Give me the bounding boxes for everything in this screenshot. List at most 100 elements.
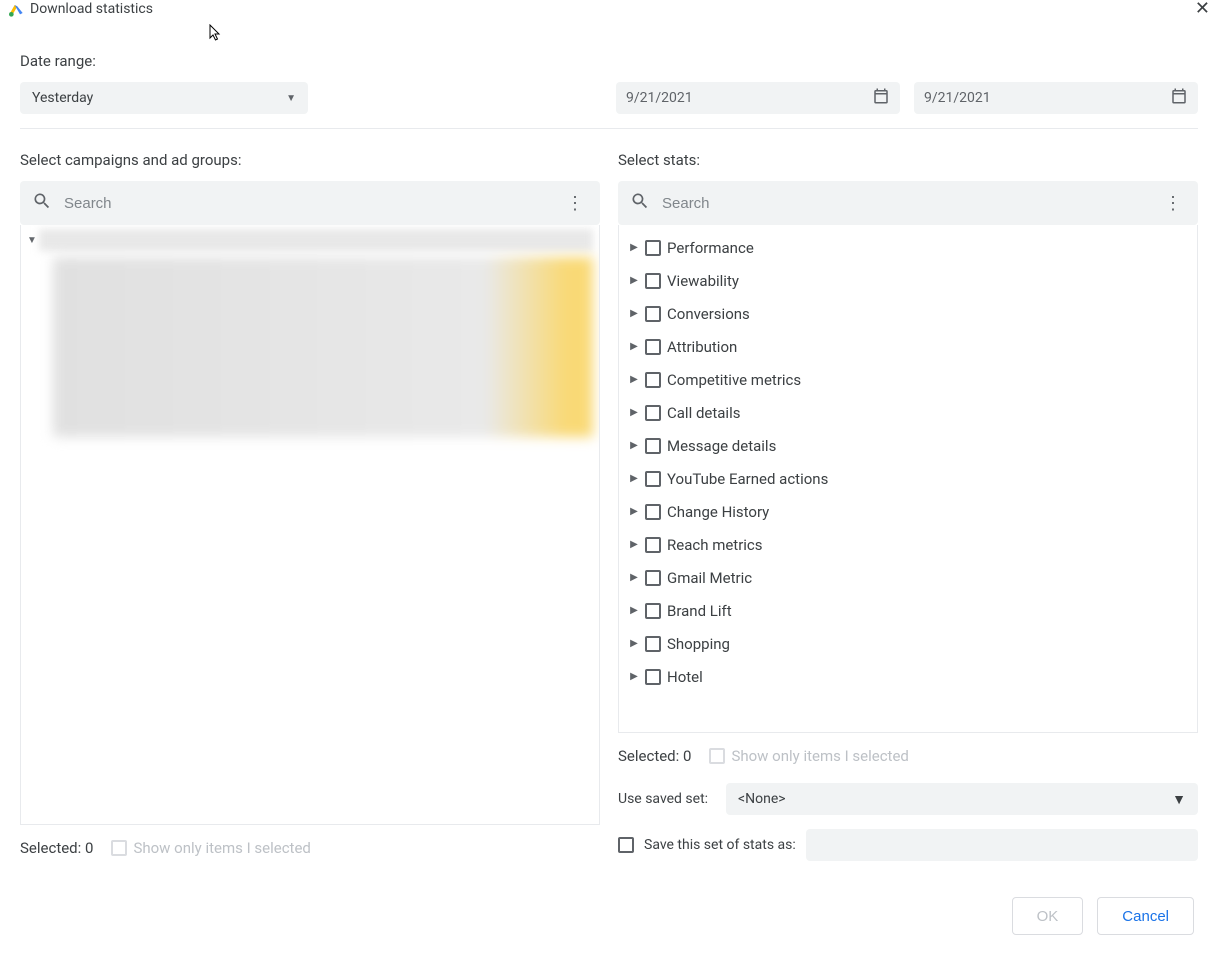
expand-icon[interactable]: ▶: [629, 308, 639, 319]
search-icon: [630, 191, 650, 215]
stat-row[interactable]: ▶ Viewability: [623, 264, 1193, 297]
stat-label: Competitive metrics: [667, 371, 801, 389]
expand-icon[interactable]: ▶: [629, 374, 639, 385]
expand-icon[interactable]: ▶: [629, 671, 639, 682]
stat-row[interactable]: ▶ Change History: [623, 495, 1193, 528]
stat-checkbox[interactable]: [645, 669, 661, 685]
collapse-icon[interactable]: ▼: [27, 235, 39, 246]
stat-label: Viewability: [667, 272, 739, 290]
chevron-down-icon: ▼: [1172, 791, 1186, 808]
campaigns-kebab-icon[interactable]: ⋮: [562, 193, 588, 214]
stat-checkbox[interactable]: [645, 405, 661, 421]
save-set-name-input[interactable]: [806, 829, 1198, 861]
stat-checkbox[interactable]: [645, 636, 661, 652]
stat-label: Attribution: [667, 338, 737, 356]
stat-checkbox[interactable]: [645, 438, 661, 454]
date-range-preset-value: Yesterday: [32, 90, 93, 106]
chevron-down-icon: ▼: [286, 93, 296, 104]
dialog-buttons: OK Cancel: [20, 897, 1198, 935]
stat-row[interactable]: ▶Hotel: [623, 660, 1193, 693]
checkbox-icon: [111, 840, 127, 856]
stat-row[interactable]: ▶ Message details: [623, 429, 1193, 462]
stat-checkbox[interactable]: [645, 240, 661, 256]
expand-icon[interactable]: ▶: [629, 407, 639, 418]
stat-checkbox[interactable]: [645, 504, 661, 520]
stat-row[interactable]: ▶YouTube Earned actions: [623, 462, 1193, 495]
stats-kebab-icon[interactable]: ⋮: [1160, 193, 1186, 214]
stat-checkbox[interactable]: [645, 570, 661, 586]
stat-row[interactable]: ▶ Gmail Metric: [623, 561, 1193, 594]
window-title: Download statistics: [30, 1, 153, 17]
stat-row[interactable]: ▶ Brand Lift: [623, 594, 1193, 627]
expand-icon[interactable]: ▶: [629, 341, 639, 352]
google-ads-logo-icon: [8, 1, 24, 17]
cancel-button[interactable]: Cancel: [1097, 897, 1194, 935]
expand-icon[interactable]: ▶: [629, 605, 639, 616]
use-saved-set-label: Use saved set:: [618, 791, 708, 807]
stat-checkbox[interactable]: [645, 339, 661, 355]
stats-search-bar: ⋮: [618, 181, 1198, 225]
campaigns-search-input[interactable]: [64, 195, 562, 212]
stat-checkbox[interactable]: [645, 537, 661, 553]
stat-label: Brand Lift: [667, 602, 732, 620]
date-from-input[interactable]: 9/21/2021: [616, 82, 900, 114]
divider: [20, 128, 1198, 129]
calendar-icon: [1170, 87, 1188, 109]
stat-checkbox[interactable]: [645, 372, 661, 388]
stat-label: Message details: [667, 437, 776, 455]
stat-checkbox[interactable]: [645, 471, 661, 487]
campaign-item-redacted[interactable]: [39, 229, 593, 251]
stat-label: Change History: [667, 503, 769, 521]
expand-icon[interactable]: ▶: [629, 539, 639, 550]
stat-checkbox[interactable]: [645, 603, 661, 619]
expand-icon[interactable]: ▶: [629, 275, 639, 286]
saved-set-value: <None>: [738, 791, 786, 807]
stat-checkbox[interactable]: [645, 306, 661, 322]
saved-set-dropdown[interactable]: <None> ▼: [726, 783, 1198, 815]
expand-icon[interactable]: ▶: [629, 242, 639, 253]
stats-show-only-selected[interactable]: Show only items I selected: [709, 747, 908, 765]
stat-label: Performance: [667, 239, 754, 257]
stat-row[interactable]: ▶ Reach metrics: [623, 528, 1193, 561]
expand-icon[interactable]: ▶: [629, 473, 639, 484]
date-to-input[interactable]: 9/21/2021: [914, 82, 1198, 114]
stats-label: Select stats:: [618, 151, 1198, 169]
stat-label: Shopping: [667, 635, 730, 653]
campaigns-footer: Selected: 0 Show only items I selected: [20, 839, 600, 857]
campaign-items-redacted[interactable]: [53, 257, 593, 437]
campaigns-show-only-selected[interactable]: Show only items I selected: [111, 839, 310, 857]
save-set-checkbox[interactable]: [618, 837, 634, 853]
save-set-row: Save this set of stats as:: [618, 829, 1198, 861]
titlebar: Download statistics ✕: [0, 0, 1218, 18]
date-range-preset-dropdown[interactable]: Yesterday ▼: [20, 82, 308, 114]
campaigns-list[interactable]: ▼: [20, 225, 600, 825]
stat-row[interactable]: ▶ Call details: [623, 396, 1193, 429]
stat-row[interactable]: ▶ Competitive metrics: [623, 363, 1193, 396]
checkbox-icon: [709, 748, 725, 764]
stats-pane: Select stats: ⋮ ▶ Performance ▶ Viewability…: [618, 137, 1198, 861]
expand-icon[interactable]: ▶: [629, 506, 639, 517]
stat-label: Gmail Metric: [667, 569, 752, 587]
stat-row[interactable]: ▶ Attribution: [623, 330, 1193, 363]
stat-row[interactable]: ▶ Conversions: [623, 297, 1193, 330]
stat-label: Call details: [667, 404, 740, 422]
expand-icon[interactable]: ▶: [629, 572, 639, 583]
stat-row[interactable]: ▶ Performance: [623, 231, 1193, 264]
expand-icon[interactable]: ▶: [629, 638, 639, 649]
campaigns-search-bar: ⋮: [20, 181, 600, 225]
campaigns-selected-label: Selected: 0: [20, 839, 93, 857]
stats-list: ▶ Performance ▶ Viewability ▶ Conversions ▶ Att…: [618, 225, 1198, 733]
close-icon[interactable]: ✕: [1195, 0, 1210, 18]
ok-button[interactable]: OK: [1012, 897, 1084, 935]
stats-selected-row: Selected: 0 Show only items I selected: [618, 747, 1198, 765]
campaigns-label: Select campaigns and ad groups:: [20, 151, 600, 169]
expand-icon[interactable]: ▶: [629, 440, 639, 451]
stat-row[interactable]: ▶ Shopping: [623, 627, 1193, 660]
date-range-label: Date range:: [20, 52, 1198, 70]
stat-label: Conversions: [667, 305, 750, 323]
date-to-value: 9/21/2021: [924, 90, 991, 106]
stat-checkbox[interactable]: [645, 273, 661, 289]
save-set-label: Save this set of stats as:: [644, 837, 796, 853]
stat-label: Reach metrics: [667, 536, 763, 554]
stats-search-input[interactable]: [662, 195, 1160, 212]
